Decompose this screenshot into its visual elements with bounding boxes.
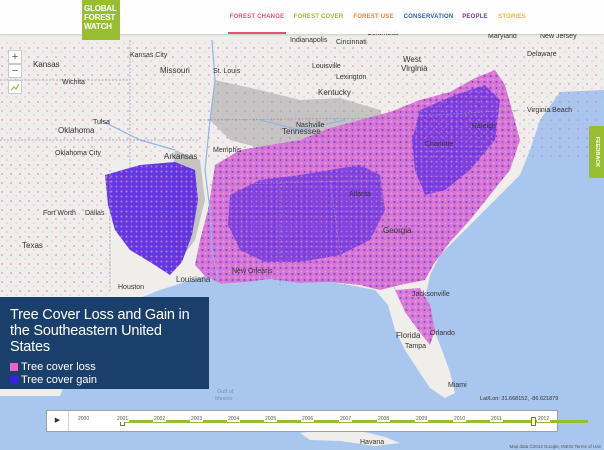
nav-conservation[interactable]: CONSERVATION (402, 0, 455, 34)
year-label[interactable]: 2005 (264, 416, 278, 422)
legend-panel: Tree Cover Loss and Gain in the Southeas… (0, 297, 209, 389)
year-label[interactable]: 2006 (301, 416, 315, 422)
year-label[interactable]: 2003 (190, 416, 204, 422)
label-new-jersey: New Jersey (540, 33, 577, 40)
label-virginia-beach: Virginia Beach (527, 107, 572, 114)
year-label[interactable]: 2010 (453, 416, 467, 422)
label-dallas: Dallas (85, 210, 105, 217)
year-label[interactable]: 2011 (490, 416, 503, 422)
label-kentucky: Kentucky (318, 88, 351, 97)
coordinates-readout: Lat/Lon: 31.668152, -86.621879 (480, 396, 559, 402)
year-label[interactable]: 2000 (77, 416, 91, 422)
label-havana: Havana (360, 439, 384, 446)
play-icon: ▶ (54, 417, 61, 424)
nav-forest-change[interactable]: FOREST CHANGE (228, 0, 286, 34)
feedback-tab[interactable]: FEEDBACK (589, 126, 604, 178)
analysis-button[interactable] (8, 80, 22, 94)
label-west-virginia: West (403, 55, 422, 64)
label-lexington: Lexington (336, 74, 366, 81)
label-miami: Miami (448, 382, 467, 389)
label-jacksonville: Jacksonville (412, 291, 450, 298)
label-houston: Houston (118, 284, 144, 291)
logo-line-2: FOREST (84, 13, 116, 22)
label-nashville: Nashville (296, 122, 325, 129)
zoom-out-button[interactable]: − (8, 64, 22, 78)
chart-icon (10, 83, 20, 91)
label-arkansas: Arkansas (164, 152, 197, 161)
legend-title: Tree Cover Loss and Gain in the Southeas… (10, 307, 190, 355)
label-texas: Texas (22, 241, 43, 250)
label-missouri: Missouri (160, 66, 190, 75)
label-tampa: Tampa (405, 343, 426, 350)
label-atlanta: Atlanta (349, 191, 371, 198)
legend-item-loss: Tree cover loss (10, 361, 199, 373)
label-fort-worth: Fort Worth (43, 210, 76, 217)
label-tulsa: Tulsa (93, 119, 110, 126)
nav-forest-use[interactable]: FOREST USE (351, 0, 396, 34)
year-label[interactable]: 2004 (227, 416, 241, 422)
year-label[interactable]: 2008 (377, 416, 391, 422)
year-label[interactable]: 2009 (415, 416, 429, 422)
label-orlando: Orlando (430, 330, 455, 337)
label-cincinnati: Cincinnati (336, 39, 367, 46)
label-kansas-city: Kansas City (130, 52, 168, 59)
label-gulf: Gulf of (217, 389, 234, 395)
label-okc: Oklahoma City (55, 150, 101, 157)
label-maryland: Maryland (488, 33, 517, 40)
label-indianapolis: Indianapolis (290, 37, 328, 44)
year-label[interactable]: 2007 (339, 416, 353, 422)
label-raleigh: Raleigh (472, 123, 496, 130)
year-label[interactable]: 2002 (153, 416, 167, 422)
timeline-end-handle[interactable] (531, 417, 536, 426)
logo-line-3: WATCH (84, 22, 112, 31)
year-label[interactable]: 2001 (116, 416, 130, 422)
nav-forest-cover[interactable]: FOREST COVER (291, 0, 346, 34)
label-st-louis: St. Louis (213, 68, 241, 75)
gain-swatch (10, 376, 18, 384)
logo-line-1: GLOBAL (84, 4, 117, 13)
legend-item-gain: Tree cover gain (10, 374, 199, 386)
map-attribution[interactable]: Map data ©2014 Google, INEGI Terms of Us… (509, 444, 601, 449)
global-forest-watch-logo[interactable]: GLOBAL FOREST WATCH (82, 0, 120, 40)
label-florida: Florida (396, 331, 421, 340)
feedback-label: FEEDBACK (593, 136, 600, 168)
nav-stories[interactable]: STORIES (495, 0, 529, 34)
label-oklahoma: Oklahoma (58, 126, 95, 135)
year-label[interactable]: 2012 (537, 416, 551, 422)
legend-gain-label: Tree cover gain (21, 374, 98, 386)
loss-swatch (10, 363, 18, 371)
label-georgia: Georgia (383, 226, 412, 235)
timeline-slider[interactable]: ▶ 2000 2001 2002 2003 2004 2005 2006 200… (46, 410, 588, 432)
play-button[interactable]: ▶ (47, 411, 69, 431)
nav-people[interactable]: PEOPLE (460, 0, 490, 34)
label-louisville: Louisville (312, 63, 341, 70)
label-west-virginia-2: Virginia (401, 64, 428, 73)
sparse-loss-west (0, 160, 110, 310)
label-gulf-2: Mexico (215, 396, 232, 402)
label-wichita: Wichita (62, 79, 85, 86)
legend-loss-label: Tree cover loss (21, 361, 96, 373)
zoom-in-button[interactable]: + (8, 50, 22, 64)
label-memphis: Memphis (213, 147, 242, 154)
label-delaware: Delaware (527, 51, 557, 58)
top-navigation-bar: GLOBAL FOREST WATCH FOREST CHANGE FOREST… (0, 0, 604, 40)
sparse-loss-north (0, 40, 604, 160)
label-charlotte: Charlotte (425, 141, 454, 148)
label-kansas: Kansas (33, 60, 60, 69)
label-louisiana: Louisiana (176, 275, 211, 284)
label-new-orleans: New Orleans (232, 268, 273, 275)
